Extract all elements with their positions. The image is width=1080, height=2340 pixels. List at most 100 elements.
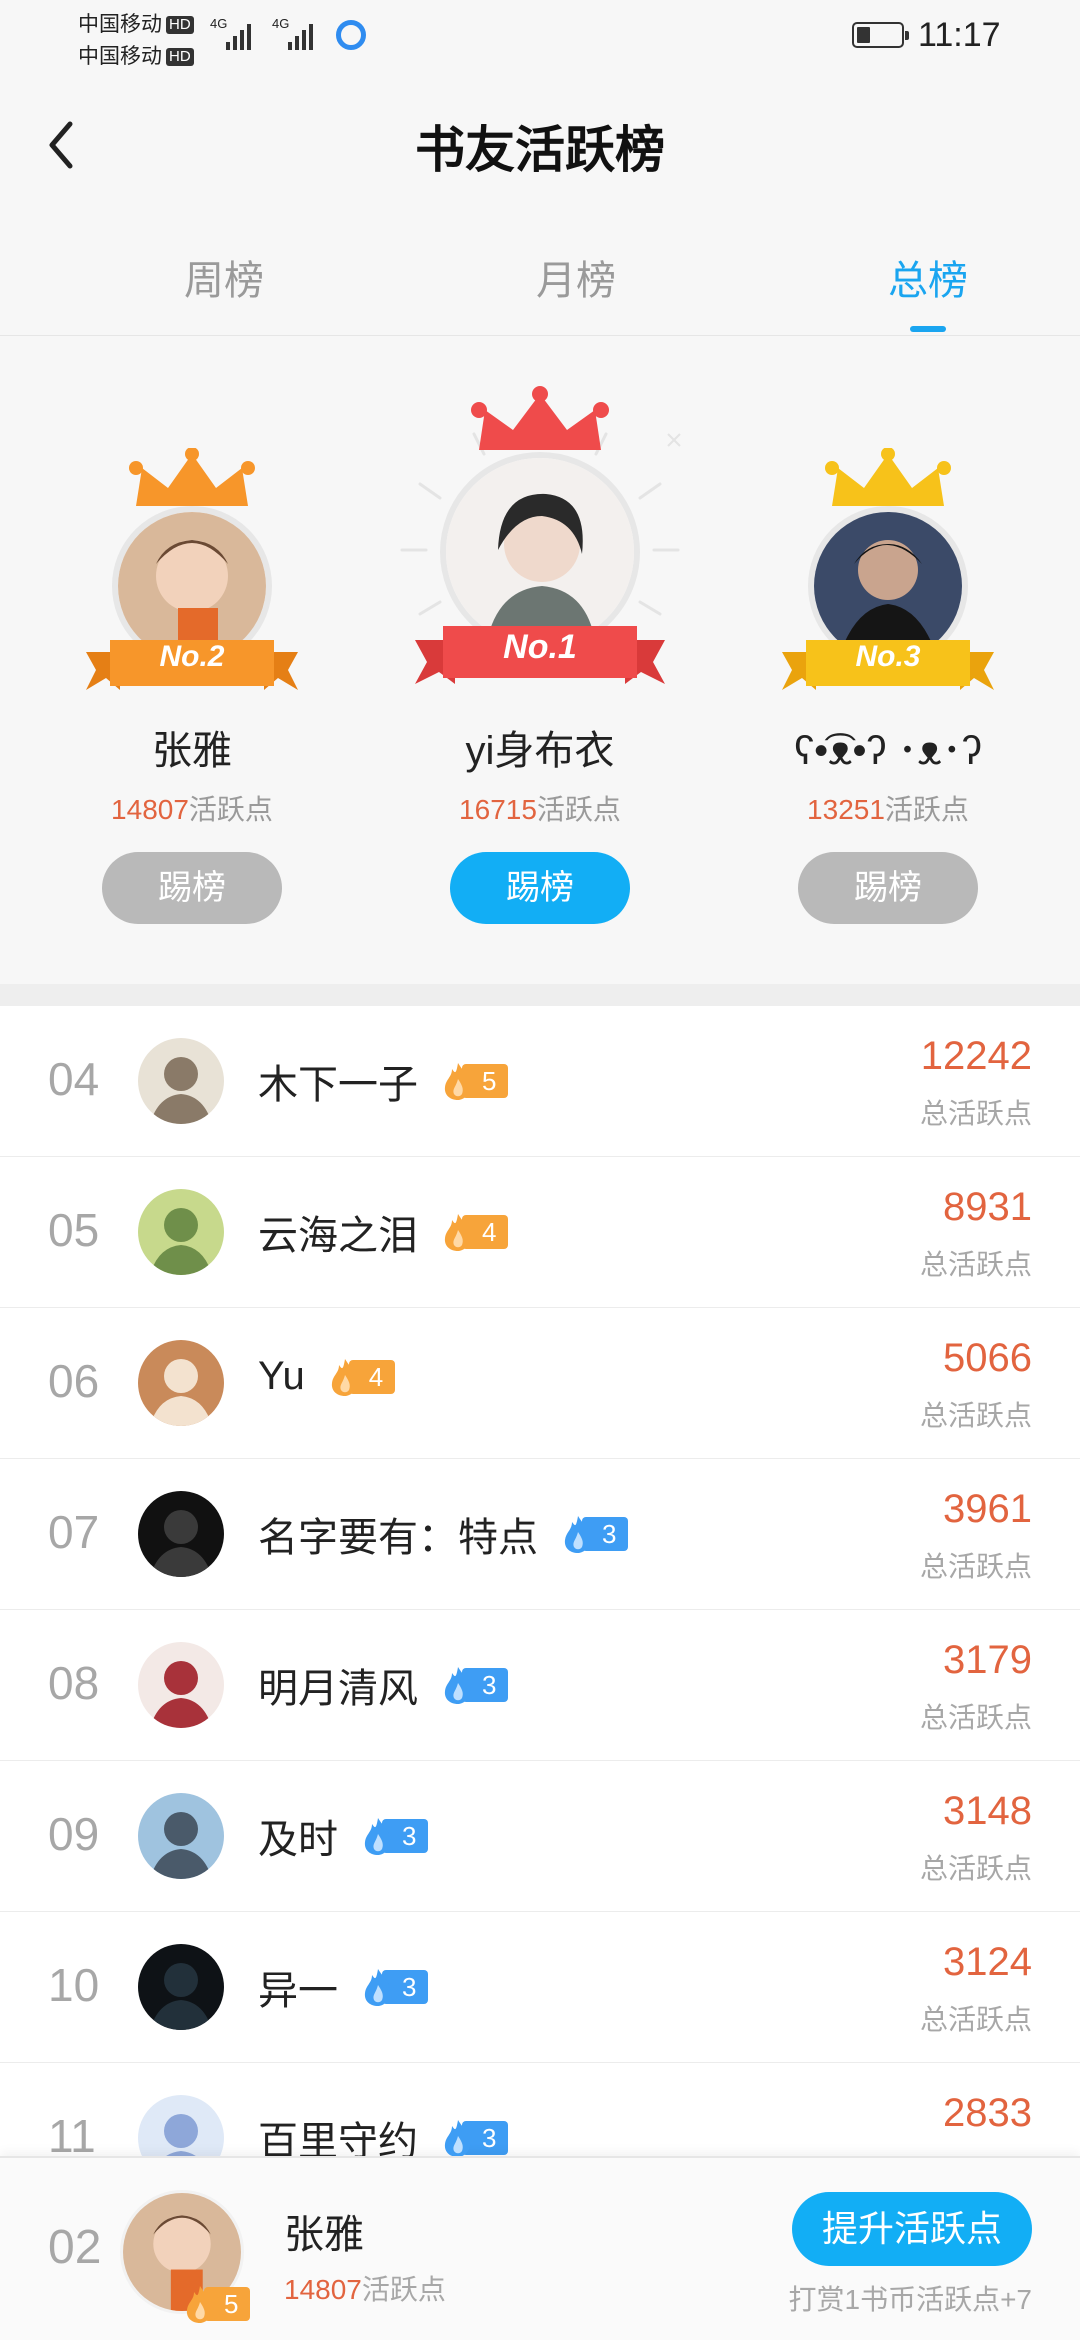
boost-hint: 打赏1书币活跃点+7: [788, 2284, 1033, 2315]
name-group: Yu 4: [258, 1354, 396, 1399]
level-badge: 3: [360, 1969, 429, 2006]
crown-icon: [471, 386, 609, 450]
network-type-1: 4G: [210, 16, 228, 31]
level-badge: 3: [440, 1667, 509, 1704]
rank-badge: No.3: [855, 640, 921, 673]
ranking-row[interactable]: 08 明月清风 3 3179 总活跃点: [0, 1610, 1080, 1761]
avatar[interactable]: [138, 1340, 224, 1426]
total-score: 2833: [943, 2091, 1032, 2135]
points-value: 13251: [807, 794, 885, 825]
kick-button[interactable]: 踢榜: [798, 852, 978, 924]
points-unit: 活跃点: [361, 2274, 446, 2305]
flame-icon: [444, 1667, 471, 1704]
flame-icon: [564, 1516, 591, 1553]
avatar[interactable]: [138, 1642, 224, 1728]
tab-bar: 周榜 月榜 总榜: [0, 220, 1080, 336]
flame-icon: [444, 2120, 471, 2156]
my-points: 14807活跃点: [284, 2268, 446, 2308]
total-score: 3179: [943, 1638, 1032, 1682]
ranking-row[interactable]: 10 异一 3 3124 总活跃点: [0, 1912, 1080, 2063]
level-badge: 5: [440, 1063, 509, 1100]
avatar[interactable]: [138, 1944, 224, 2030]
flame-icon: [444, 1063, 471, 1100]
header: 书友活跃榜: [0, 72, 1080, 220]
total-score: 3148: [943, 1789, 1032, 1833]
carrier-1: 中国移动 HD: [78, 8, 194, 38]
level-badge: 4: [327, 1358, 396, 1396]
tab-monthly[interactable]: 月榜: [476, 248, 676, 306]
ranking-row[interactable]: 04 木下一子 5 12242 总活跃点: [0, 1006, 1080, 1157]
user-name[interactable]: 木下一子: [258, 1052, 418, 1110]
ranking-row[interactable]: 11 百里守约 3 2833 总活跃点: [0, 2063, 1080, 2156]
avatar[interactable]: [138, 1491, 224, 1577]
carrier-2: 中国移动 HD: [78, 40, 194, 70]
signal-icon: [226, 18, 251, 50]
top-three-podium: No.2 张雅 14807活跃点 踢榜 No.1 yi身布衣 16715活跃点 …: [0, 336, 1080, 984]
crown-icon: [825, 448, 951, 506]
carrier-2-label: 中国移动: [78, 45, 162, 68]
podium-points: 16715活跃点: [390, 788, 690, 828]
kick-button[interactable]: 踢榜: [450, 852, 630, 924]
network-type-2: 4G: [272, 16, 290, 31]
tab-weekly[interactable]: 周榜: [124, 248, 324, 306]
podium-name: ʕ•͡ᴥ•ʔ ･ᴥ･ʔ: [794, 729, 982, 773]
total-score: 8931: [943, 1185, 1032, 1229]
rank-number: 06: [48, 1355, 100, 1407]
podium-points: 14807活跃点: [42, 788, 342, 828]
avatar[interactable]: [138, 2095, 224, 2156]
total-score: 3124: [943, 1940, 1032, 1984]
user-name[interactable]: 异一: [258, 1958, 338, 2016]
carrier-1-label: 中国移动: [78, 13, 162, 36]
user-name[interactable]: 明月清风: [258, 1656, 418, 1714]
points-unit: 活跃点: [188, 794, 273, 825]
flame-icon: [186, 2286, 213, 2323]
level-badge: 5: [182, 2286, 251, 2323]
ranking-row[interactable]: 09 及时 3 3148 总活跃点: [0, 1761, 1080, 1912]
user-name[interactable]: 及时: [258, 1807, 338, 1865]
page-title: 书友活跃榜: [415, 122, 665, 178]
browser-notification-icon: [336, 20, 366, 50]
rank-number: 11: [48, 2110, 96, 2156]
points-unit: 活跃点: [884, 794, 969, 825]
user-name[interactable]: Yu: [258, 1354, 305, 1399]
name-group: 及时 3: [258, 1807, 429, 1865]
level-badge: 3: [440, 2120, 509, 2156]
boost-activity-button[interactable]: 提升活跃点: [792, 2192, 1032, 2266]
ranking-list[interactable]: 04 木下一子 5 12242 总活跃点 05 云海之泪 4 8931 总活跃点 06 Yu 4 5066…: [0, 1006, 1080, 2156]
total-score-label: 总活跃点: [919, 1098, 1032, 1129]
level-badge: 3: [560, 1516, 629, 1553]
hd-badge: HD: [166, 16, 194, 35]
rank-number: 10: [48, 1959, 100, 2011]
my-name: 张雅: [284, 2213, 364, 2257]
podium-points: 13251活跃点: [738, 788, 1038, 828]
rank-number: 07: [48, 1506, 100, 1558]
points-value: 16715: [459, 794, 537, 825]
tab-all-time[interactable]: 总榜: [828, 248, 1028, 332]
kick-button[interactable]: 踢榜: [102, 852, 282, 924]
total-score-label: 总活跃点: [919, 1853, 1032, 1884]
podium-second: No.2 张雅 14807活跃点 踢榜: [42, 336, 342, 984]
total-score-label: 总活跃点: [920, 2149, 1032, 2156]
points-value: 14807: [284, 2274, 362, 2305]
podium-third: No.3 ʕ•͡ᴥ•ʔ ･ᴥ･ʔ 13251活跃点 踢榜: [738, 336, 1038, 984]
user-name[interactable]: 名字要有：特点: [258, 1505, 538, 1563]
ranking-row[interactable]: 06 Yu 4 5066 总活跃点: [0, 1308, 1080, 1459]
total-score-label: 总活跃点: [919, 1551, 1032, 1582]
name-group: 明月清风 3: [258, 1656, 509, 1714]
user-name[interactable]: 百里守约: [258, 2109, 418, 2156]
total-score: 12242: [920, 1034, 1032, 1078]
podium-name: yi身布衣: [465, 729, 615, 773]
avatar[interactable]: [138, 1038, 224, 1124]
name-group: 百里守约 3: [258, 2109, 509, 2156]
ranking-row[interactable]: 07 名字要有：特点 3 3961 总活跃点: [0, 1459, 1080, 1610]
user-name[interactable]: 云海之泪: [258, 1203, 418, 1261]
avatar[interactable]: [138, 1793, 224, 1879]
hd-badge: HD: [166, 48, 194, 67]
rank-number: 09: [48, 1808, 100, 1860]
total-score-label: 总活跃点: [919, 2004, 1032, 2035]
total-score: 3961: [943, 1487, 1032, 1531]
avatar[interactable]: [138, 1189, 224, 1275]
rank-badge: No.1: [503, 628, 577, 666]
flame-icon: [331, 1358, 358, 1396]
ranking-row[interactable]: 05 云海之泪 4 8931 总活跃点: [0, 1157, 1080, 1308]
